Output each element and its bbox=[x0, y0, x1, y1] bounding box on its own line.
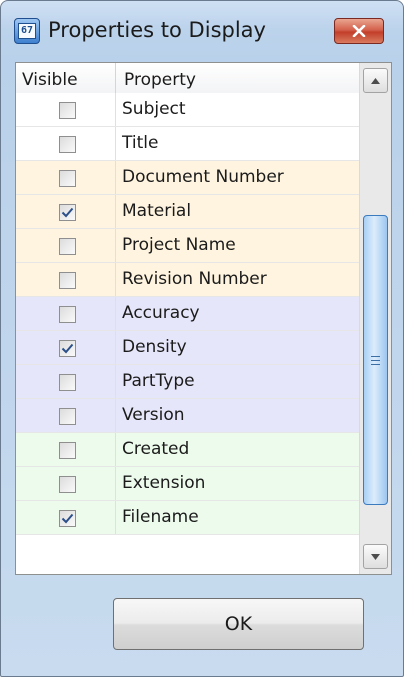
visible-checkbox[interactable] bbox=[59, 510, 76, 527]
close-icon bbox=[352, 25, 366, 37]
visible-checkbox[interactable] bbox=[59, 102, 76, 119]
visible-cell bbox=[16, 297, 116, 330]
visible-cell bbox=[16, 161, 116, 194]
visible-cell bbox=[16, 263, 116, 296]
visible-checkbox[interactable] bbox=[59, 204, 76, 221]
property-label: Subject bbox=[122, 99, 186, 119]
list-item[interactable]: PartType bbox=[16, 365, 359, 399]
list-item[interactable]: Extension bbox=[16, 467, 359, 501]
list-item[interactable]: Revision Number bbox=[16, 263, 359, 297]
scroll-down-button[interactable] bbox=[363, 544, 388, 569]
properties-dialog-icon: 67 bbox=[14, 18, 40, 44]
scrollbar-thumb[interactable] bbox=[363, 215, 388, 505]
visible-cell bbox=[16, 93, 116, 126]
visible-checkbox[interactable] bbox=[59, 272, 76, 289]
property-label: Project Name bbox=[122, 235, 236, 255]
list-item[interactable]: Filename bbox=[16, 501, 359, 535]
property-label: Density bbox=[122, 337, 187, 357]
list-rows: Subject Title Document Number Material Proje… bbox=[16, 93, 359, 574]
visible-cell bbox=[16, 433, 116, 466]
list-item[interactable]: Accuracy bbox=[16, 297, 359, 331]
vertical-scrollbar[interactable] bbox=[359, 63, 391, 574]
properties-list[interactable]: Visible Property Subject Title Document Nu… bbox=[15, 62, 392, 575]
grip-icon bbox=[371, 355, 380, 365]
property-label: Extension bbox=[122, 473, 206, 493]
list-item[interactable]: Document Number bbox=[16, 161, 359, 195]
visible-checkbox[interactable] bbox=[59, 340, 76, 357]
property-label: Material bbox=[122, 201, 192, 221]
checkmark-icon bbox=[61, 207, 74, 218]
list-item[interactable]: Subject bbox=[16, 93, 359, 127]
list-item[interactable]: Created bbox=[16, 433, 359, 467]
visible-checkbox[interactable] bbox=[59, 408, 76, 425]
visible-checkbox[interactable] bbox=[59, 476, 76, 493]
property-label: Document Number bbox=[122, 167, 284, 187]
visible-checkbox[interactable] bbox=[59, 238, 76, 255]
list-item[interactable]: Material bbox=[16, 195, 359, 229]
title-bar[interactable]: 67 Properties to Display bbox=[1, 1, 403, 63]
property-label: PartType bbox=[122, 371, 195, 391]
column-header-property[interactable]: Property bbox=[116, 63, 359, 97]
property-label: Title bbox=[122, 133, 159, 153]
list-item[interactable]: Version bbox=[16, 399, 359, 433]
close-button[interactable] bbox=[334, 18, 384, 44]
property-label: Accuracy bbox=[122, 303, 200, 323]
visible-cell bbox=[16, 399, 116, 432]
arrow-down-icon bbox=[371, 553, 380, 560]
property-label: Version bbox=[122, 405, 185, 425]
visible-cell bbox=[16, 501, 116, 534]
visible-cell bbox=[16, 365, 116, 398]
column-header-visible[interactable]: Visible bbox=[16, 63, 116, 97]
visible-cell bbox=[16, 195, 116, 228]
visible-cell bbox=[16, 229, 116, 262]
visible-cell bbox=[16, 467, 116, 500]
scroll-up-button[interactable] bbox=[363, 68, 388, 93]
visible-checkbox[interactable] bbox=[59, 374, 76, 391]
checkmark-icon bbox=[61, 513, 74, 524]
property-label: Created bbox=[122, 439, 190, 459]
ok-button[interactable]: OK bbox=[113, 598, 364, 650]
visible-checkbox[interactable] bbox=[59, 136, 76, 153]
list-item[interactable]: Title bbox=[16, 127, 359, 161]
list-item[interactable]: Density bbox=[16, 331, 359, 365]
visible-checkbox[interactable] bbox=[59, 306, 76, 323]
property-label: Revision Number bbox=[122, 269, 267, 289]
arrow-up-icon bbox=[371, 77, 380, 84]
list-item[interactable]: Project Name bbox=[16, 229, 359, 263]
property-label: Filename bbox=[122, 507, 199, 527]
visible-checkbox[interactable] bbox=[59, 442, 76, 459]
dialog-title: Properties to Display bbox=[48, 18, 266, 42]
visible-cell bbox=[16, 127, 116, 160]
visible-cell bbox=[16, 331, 116, 364]
checkmark-icon bbox=[61, 343, 74, 354]
properties-dialog: 67 Properties to Display Visible Propert… bbox=[0, 0, 404, 677]
visible-checkbox[interactable] bbox=[59, 170, 76, 187]
